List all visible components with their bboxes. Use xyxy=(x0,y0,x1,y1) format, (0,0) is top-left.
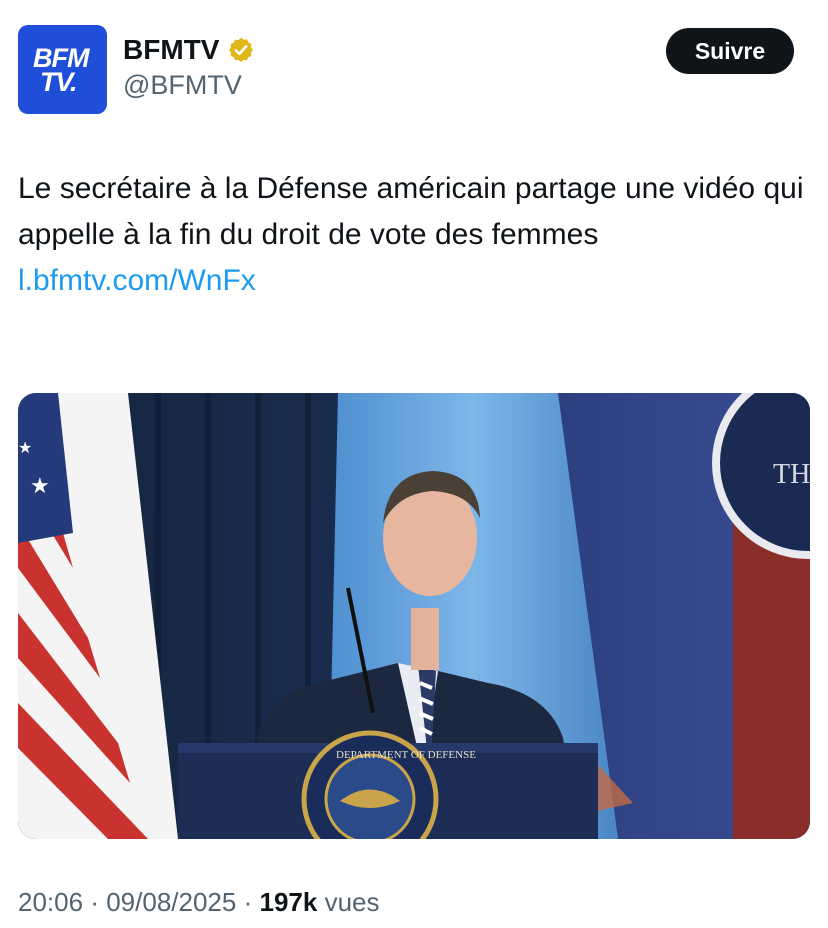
avatar-text-line-2: TV. xyxy=(40,67,78,97)
handle[interactable]: @BFMTV xyxy=(123,69,255,101)
author-info: BFMTV @BFMTV xyxy=(123,34,255,101)
tweet-link[interactable]: l.bfmtv.com/WnFx xyxy=(18,258,808,304)
tweet-header: BFM TV. BFMTV @BFMTV Suivre xyxy=(18,24,794,116)
tweet-time[interactable]: 20:06 xyxy=(18,887,83,917)
svg-text:★: ★ xyxy=(30,473,50,498)
seal-text: DEPARTMENT OF DEFENSE xyxy=(336,749,476,761)
verified-badge-icon[interactable] xyxy=(227,36,255,64)
meta-separator: · xyxy=(90,887,99,917)
views-label: vues xyxy=(324,887,380,917)
views-count[interactable]: 197k xyxy=(260,887,318,917)
display-name[interactable]: BFMTV xyxy=(123,34,219,66)
tweet-body: Le secrétaire à la Défense américain par… xyxy=(18,166,808,304)
avatar[interactable]: BFM TV. xyxy=(18,25,107,114)
tweet-text: Le secrétaire à la Défense américain par… xyxy=(18,172,804,251)
tweet-date[interactable]: 09/08/2025 xyxy=(106,887,236,917)
tweet-media-image[interactable]: TH ★ ★ DEPARTMENT OF DEFENSE xyxy=(18,393,810,839)
wall-text: TH xyxy=(773,459,810,490)
tweet-meta: 20:06 · 09/08/2025 · 197k vues xyxy=(18,884,380,920)
meta-separator-2: · xyxy=(243,887,253,917)
svg-text:★: ★ xyxy=(18,440,32,457)
follow-button[interactable]: Suivre xyxy=(666,28,794,74)
